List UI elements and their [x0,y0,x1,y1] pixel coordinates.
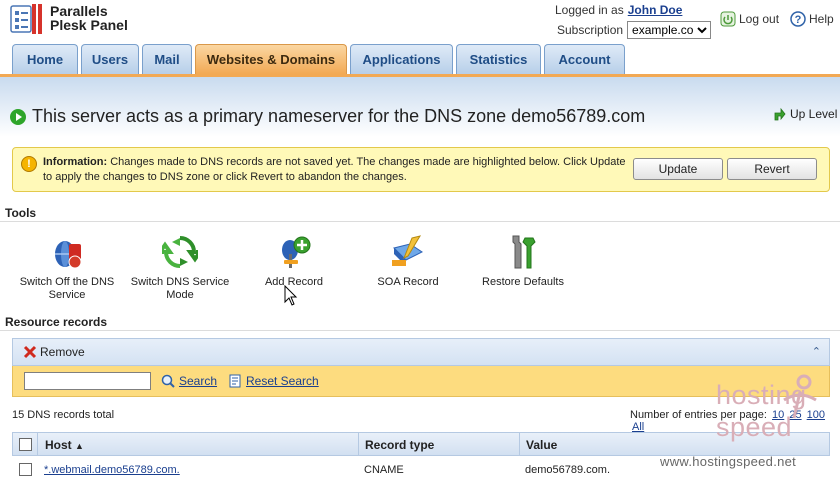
column-separator [519,433,520,455]
column-value[interactable]: Value [526,438,557,452]
restore-defaults-icon [505,234,541,270]
info-body: Changes made to DNS records are not save… [43,156,626,183]
records-toolbar: Remove ⌃ [12,338,830,366]
logout-link[interactable]: Log out [720,11,779,27]
tab-account[interactable]: Account [544,44,625,74]
subscription-selector: Subscription example.com [557,21,712,39]
subscription-label: Subscription [557,23,624,37]
tools-heading: Tools [5,206,37,220]
tool-label-line1: Restore Defaults [482,276,564,288]
update-button[interactable]: Update [633,158,723,180]
collapse-icon[interactable]: ⌃ [812,345,821,358]
column-host[interactable]: Host ▲ [45,438,84,452]
logout-icon [720,11,736,27]
search-link[interactable]: Search [161,374,217,388]
tab-websites-domains[interactable]: Websites & Domains [195,44,347,74]
records-total: 15 DNS records total [12,409,115,421]
search-label: Search [179,374,218,388]
row-checkbox[interactable] [19,463,32,476]
dns-off-icon [49,234,85,270]
tool-soa-record[interactable]: SOA Record [353,234,463,289]
tool-label-line1: Switch Off the DNS [19,276,115,288]
page-title: This server acts as a primary nameserver… [10,106,645,127]
login-info: Logged in as John Doe [555,3,682,17]
remove-label: Remove [40,345,85,359]
soa-record-icon [390,234,426,270]
reset-search-link[interactable]: Reset Search [228,374,319,388]
logout-label: Log out [739,12,780,26]
remove-icon [23,345,37,359]
magnifier-icon [161,374,175,388]
row-record-type: CNAME [364,464,404,476]
info-label: Information: [43,156,108,168]
info-text: Information: Changes made to DNS records… [43,155,633,185]
tab-applications[interactable]: Applications [350,44,453,74]
help-link[interactable]: ? Help [790,11,834,27]
tool-restore-defaults[interactable]: Restore Defaults [468,234,578,289]
add-record-icon [276,234,312,270]
watermark-line2: speed [716,412,793,442]
watermark-line1: hosting [716,380,807,410]
tool-label-line2: Service [48,289,86,301]
play-icon [10,108,26,125]
revert-button[interactable]: Revert [727,158,817,180]
column-record-type[interactable]: Record type [365,438,434,452]
row-value: demo56789.com. [525,464,610,476]
main-tabs: Home Users Mail Websites & Domains Appli… [12,44,628,74]
svg-text:?: ? [795,14,802,26]
resource-records-heading: Resource records [5,315,108,329]
logged-in-label: Logged in as [555,3,624,17]
plesk-logo-icon [10,4,44,34]
user-name-link[interactable]: John Doe [628,3,683,17]
tab-underline [0,74,840,77]
exclamation-icon: ! [21,156,37,172]
page-title-text: This server acts as a primary nameserver… [32,106,646,126]
records-divider [0,330,840,331]
hostingspeed-watermark: hosting speed www.hostingspeed.net [660,372,835,472]
up-level-label: Up Level [790,107,838,121]
column-separator [37,433,38,455]
tool-add-record[interactable]: Add Record [239,234,349,289]
search-input[interactable] [24,372,151,390]
up-level-link[interactable]: Up Level [772,107,837,121]
select-all-checkbox[interactable] [19,438,32,451]
up-arrow-icon [772,107,786,121]
logo-line2: Plesk Panel [50,17,128,33]
tool-switch-dns-mode[interactable]: Switch DNS Service Mode [125,234,235,302]
tab-statistics[interactable]: Statistics [456,44,541,74]
info-message: ! Information: Changes made to DNS recor… [12,147,830,192]
help-icon: ? [790,11,806,27]
tab-users[interactable]: Users [81,44,139,74]
reset-search-label: Reset Search [246,374,319,388]
subscription-select[interactable]: example.com [627,21,712,39]
remove-button[interactable]: Remove [23,345,85,359]
reset-search-icon [228,374,242,388]
tools-divider [0,221,840,222]
sort-asc-icon: ▲ [75,441,84,451]
tool-switch-off-dns[interactable]: Switch Off the DNS Service [12,234,122,302]
tool-label-line2: Mode [166,289,194,301]
plesk-logo: Parallels Plesk Panel [10,4,128,34]
column-host-label: Host [45,438,72,452]
mouse-cursor-icon [284,284,298,310]
tab-mail[interactable]: Mail [142,44,192,74]
tool-label-line1: SOA Record [377,276,439,288]
logo-text: Parallels Plesk Panel [50,4,128,32]
dns-mode-icon [156,234,204,270]
logo-line1: Parallels [50,3,108,19]
tool-label-line1: Switch DNS Service [130,276,230,288]
help-label: Help [809,12,834,26]
row-host-link[interactable]: *.webmail.demo56789.com. [44,464,180,476]
column-separator [358,433,359,455]
watermark-url: www.hostingspeed.net [660,454,797,469]
tab-home[interactable]: Home [12,44,78,74]
